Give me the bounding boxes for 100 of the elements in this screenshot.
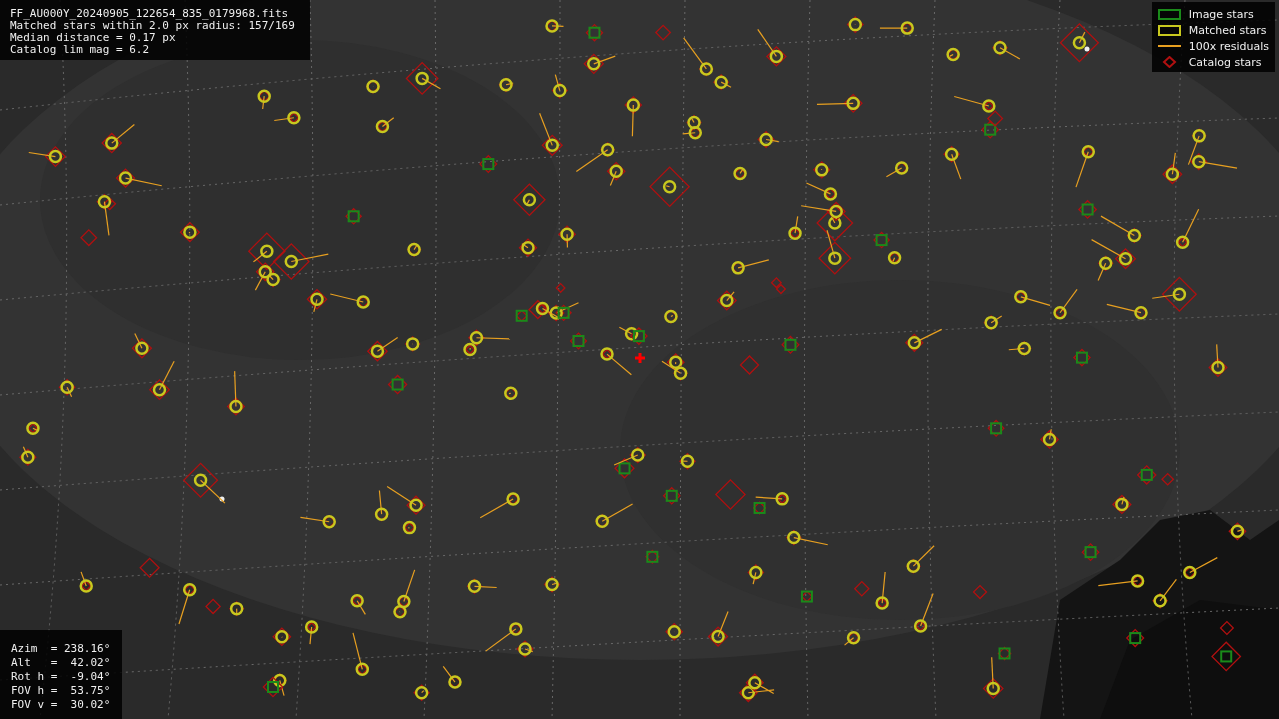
star-marker-icon [983,315,1003,331]
star-marker-icon [1175,208,1200,249]
star-marker-icon [1136,464,1157,485]
star-marker-icon [757,130,780,149]
pointing-text: FOV v = 30.02° [11,699,112,711]
star-marker-icon [387,374,408,395]
star-marker-icon [645,549,660,565]
legend-label: Image stars [1188,7,1254,21]
info-text: Median distance = 0.17 px [10,32,177,44]
star-marker-icon [665,622,684,641]
star-marker-icon [873,231,891,249]
star-marker-icon [707,610,729,647]
star-marker-icon [479,154,498,174]
info-text: Matched stars within 2.0 px radius: 157/169 [10,20,296,32]
star-marker-icon [413,684,431,702]
info-text: Catalog lim mag = 6.2 [10,44,151,56]
star-marker-icon [843,631,861,646]
star-marker-icon [905,545,935,574]
star-marker-icon [757,28,787,67]
star-marker-icon [1014,290,1051,306]
star-marker-icon [747,563,765,585]
star-marker-icon [19,446,37,467]
star-marker-icon [1161,472,1175,486]
star-marker-icon [905,328,943,353]
star-marker-icon [885,161,909,178]
star-marker-icon [745,673,775,695]
star-marker-icon [913,592,934,633]
star-marker-icon [1106,303,1148,320]
star-marker-icon [182,462,226,504]
star-marker-icon [178,583,197,625]
star-marker-icon [846,16,864,34]
star-marker-icon [272,627,292,647]
star-marker-icon [504,386,518,401]
star-marker-icon [987,419,1005,437]
star-marker-icon [853,580,870,597]
star-marker-icon [479,492,520,519]
star-marker-icon [365,79,381,94]
star-marker-icon [1125,628,1145,648]
star-marker-icon [649,166,691,208]
star-marker-icon [205,598,222,615]
star-marker-icon [272,673,288,697]
star-marker-icon [812,160,831,179]
star-marker-icon [1100,215,1143,244]
star-marker-icon [366,336,399,362]
star-marker-icon [733,166,747,181]
star-marker-icon [1112,494,1132,515]
star-marker-icon [686,114,702,131]
star-marker-icon [375,117,395,134]
star-marker-icon [1077,199,1098,220]
star-marker-icon [551,74,569,99]
star-marker-icon [262,676,284,698]
star-marker-icon [402,520,417,535]
star-marker-icon [946,47,960,62]
star-marker-icon [1039,428,1060,450]
legend-label: 100x residuals [1188,39,1269,53]
star-marker-icon [716,290,737,311]
star-marker-icon [257,89,271,110]
star-marker-icon [662,486,681,505]
pointing-text: Rot h = -9.04° [11,671,112,683]
star-marker-icon [738,683,775,703]
star-marker-icon [679,452,696,470]
star-marker-icon [781,335,800,355]
star-marker-icon [1152,578,1177,609]
star-marker-icon [1075,145,1095,188]
star-marker-icon [1183,557,1218,580]
star-marker-icon [1219,620,1235,636]
star-marker-icon [624,96,643,137]
star-marker-icon [1151,276,1198,312]
star-marker-icon [352,632,370,677]
star-marker-icon [226,370,246,416]
star-marker-icon [518,238,538,258]
star-marker-icon [1053,288,1078,320]
star-marker-icon [345,207,363,225]
star-marker-icon [775,283,787,295]
star-marker-icon [58,378,76,398]
star-marker-icon [543,576,561,593]
star-marker-icon [682,126,702,140]
star-marker-icon [405,61,442,95]
star-marker-icon [805,182,838,201]
star-marker-icon [442,665,462,689]
star-marker-icon [273,111,301,125]
star-marker-icon [585,23,604,42]
star-marker-icon [539,112,564,157]
info-text: FF_AU000Y_20240905_122654_835_0179968.fits [10,8,290,20]
star-marker-icon [1228,522,1247,541]
star-marker-icon [981,120,1000,139]
star-marker-icon [26,421,40,435]
pointing-text: Alt = 42.02° [11,657,112,669]
star-marker-icon [654,24,672,41]
star-marker-icon [663,309,679,324]
star-marker-icon [179,221,201,243]
star-marker-icon [800,590,813,603]
star-marker-icon [1081,543,1100,562]
star-marker-icon [79,571,93,593]
star-marker-icon [1211,641,1242,672]
star-marker-icon [512,183,546,217]
star-marker-icon [583,53,616,75]
legend-label: Matched stars [1188,23,1267,37]
star-marker-icon [498,77,514,93]
star-marker-icon [992,39,1021,60]
